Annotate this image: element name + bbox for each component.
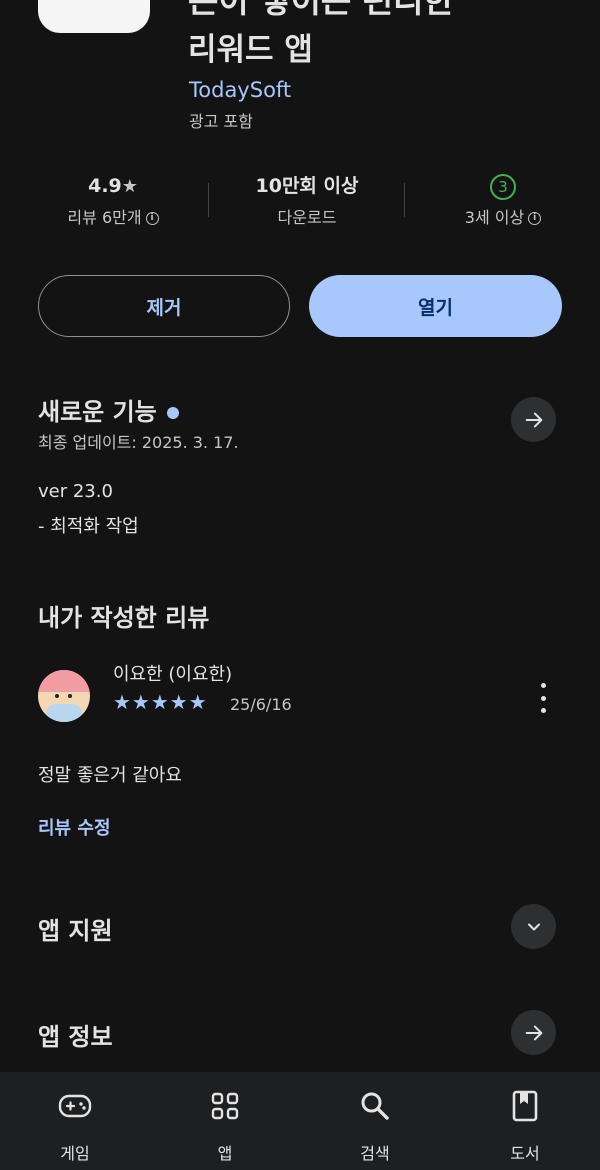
whats-new-title[interactable]: 새로운 기능	[38, 392, 179, 427]
new-indicator-dot	[166, 407, 179, 419]
changelog-text: - 최적화 작업	[38, 516, 139, 537]
nav-item-search[interactable]: 검색	[325, 1086, 425, 1164]
age-rating-badge: 3	[490, 174, 516, 200]
app-support-expand-button[interactable]	[511, 904, 556, 949]
age-rating-label: 3세 이상	[464, 208, 525, 227]
app-info-arrow-button[interactable]	[511, 1010, 556, 1055]
whats-new-title-text: 새로운 기능	[38, 398, 157, 426]
nav-item-books[interactable]: 도서	[475, 1086, 575, 1164]
remove-button[interactable]: 제거	[38, 275, 290, 337]
downloads-label: 다운로드	[277, 208, 337, 227]
whats-new-arrow-button[interactable]	[511, 397, 556, 442]
chevron-down-icon	[527, 923, 540, 930]
review-date: 25/6/16	[230, 695, 292, 714]
rating-label: 리뷰 6만개	[67, 208, 142, 227]
downloads-value: 10만회 이상	[255, 175, 359, 197]
search-icon	[361, 1092, 389, 1120]
nav-item-games[interactable]: 게임	[25, 1086, 125, 1164]
developer-link[interactable]: TodaySoft	[189, 78, 291, 102]
arrow-right-icon	[525, 1025, 542, 1040]
gamepad-icon	[58, 1094, 92, 1118]
age-rating-stat[interactable]: 3 3세 이상 i	[418, 172, 588, 228]
book-icon	[512, 1090, 538, 1122]
version-text: ver 23.0	[38, 481, 113, 502]
ads-label: 광고 포함	[189, 112, 253, 131]
app-icon	[38, 0, 150, 33]
edit-review-link[interactable]: 리뷰 수정	[38, 814, 111, 840]
app-title-line2: 리워드 앱	[188, 32, 313, 68]
rating-value: 4.9	[88, 175, 122, 197]
last-updated: 최종 업데이트: 2025. 3. 17.	[38, 433, 239, 452]
nav-item-apps[interactable]: 앱	[175, 1086, 275, 1164]
rating-stat[interactable]: 4.9★ 리뷰 6만개 i	[28, 172, 198, 228]
app-title-line1: 돈이 쌓이는 편리한	[188, 0, 454, 20]
more-options-icon[interactable]	[536, 683, 550, 713]
avatar	[38, 670, 90, 722]
info-icon: i	[145, 212, 159, 225]
info-icon: i	[528, 212, 542, 225]
app-support-title[interactable]: 앱 지원	[38, 911, 113, 946]
divider	[208, 183, 209, 217]
nav-label-search: 검색	[360, 1144, 390, 1163]
open-button[interactable]: 열기	[309, 275, 562, 337]
nav-label-games: 게임	[60, 1144, 90, 1163]
reviewer-name: 이요한 (이요한)	[113, 664, 233, 685]
review-text: 정말 좋은거 같아요	[38, 765, 182, 786]
apps-grid-icon	[211, 1092, 239, 1120]
divider	[404, 183, 405, 217]
star-icon: ★	[121, 176, 138, 197]
bottom-nav: 게임 앱 검색 도서	[0, 1072, 600, 1170]
nav-label-books: 도서	[510, 1144, 540, 1163]
my-review-title: 내가 작성한 리뷰	[38, 604, 210, 632]
arrow-right-icon	[525, 412, 542, 427]
downloads-stat: 10만회 이상 다운로드	[222, 172, 392, 228]
review-stars: ★★★★★	[113, 690, 208, 714]
app-info-title[interactable]: 앱 정보	[38, 1017, 113, 1052]
nav-label-apps: 앱	[217, 1144, 233, 1163]
